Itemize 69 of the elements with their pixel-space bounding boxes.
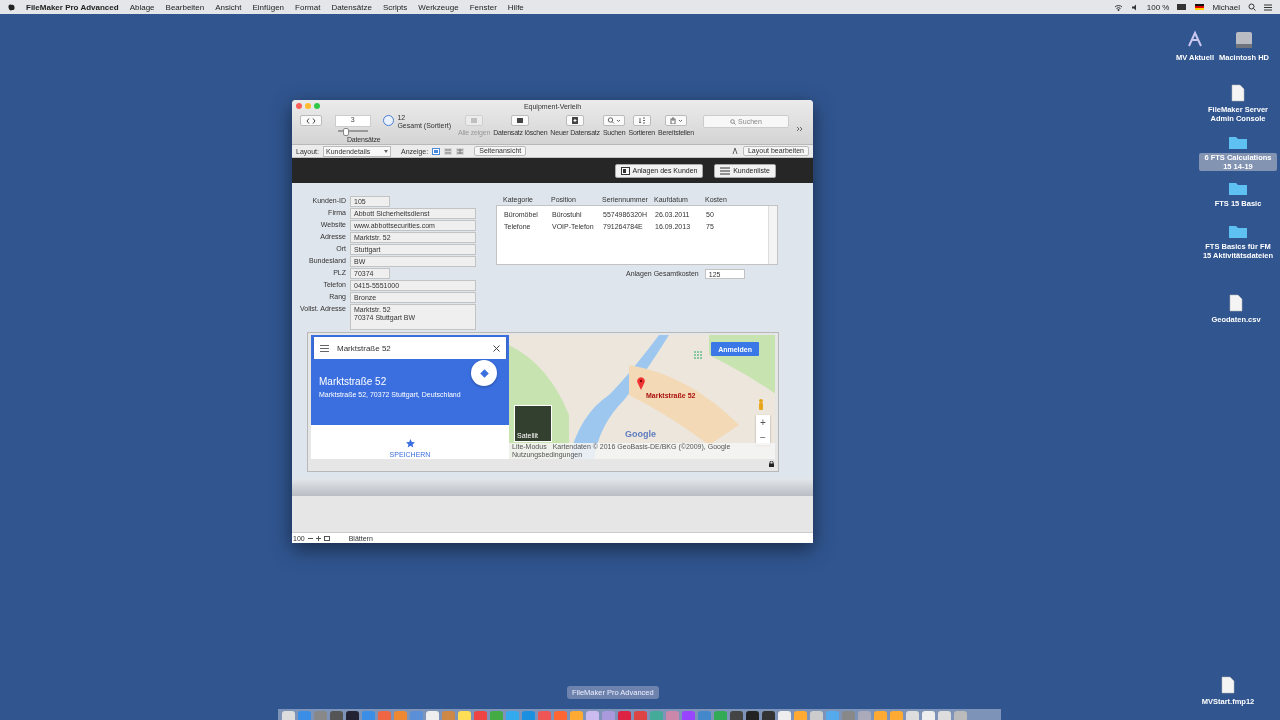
- toolbar-button[interactable]: [603, 115, 626, 126]
- map-logo: Google: [625, 429, 656, 439]
- list-icon: [720, 166, 731, 175]
- user-name[interactable]: Michael: [1212, 2, 1240, 12]
- toolbar-button[interactable]: [511, 115, 530, 126]
- folder-icon: [1228, 223, 1248, 239]
- view-mode-button[interactable]: [444, 147, 453, 155]
- search-icon: [607, 117, 622, 124]
- search-icon[interactable]: [1248, 3, 1256, 11]
- document-icon: [1229, 294, 1243, 312]
- map-search-field[interactable]: Marktstraße 52: [314, 337, 506, 359]
- list-icon[interactable]: [1264, 3, 1272, 11]
- folder-icon: [1228, 134, 1248, 150]
- record-icon: [620, 166, 630, 175]
- previous-next-button[interactable]: [300, 115, 322, 126]
- minimize-button[interactable]: [305, 103, 311, 109]
- menu-item[interactable]: Datensätze: [331, 2, 372, 12]
- caret-icon: [383, 149, 388, 153]
- pie-chart-icon: [383, 115, 395, 126]
- toolbar-button[interactable]: [566, 115, 585, 126]
- slider-thumb[interactable]: [343, 128, 350, 136]
- speaker-icon[interactable]: [1130, 3, 1139, 11]
- view-mode-button[interactable]: [456, 147, 465, 155]
- menu-item[interactable]: Fenster: [469, 2, 497, 12]
- menu-item[interactable]: Bearbeiten: [165, 2, 205, 12]
- share-icon: [669, 117, 683, 124]
- document-icon: [1221, 676, 1235, 694]
- window-icon[interactable]: [323, 535, 330, 541]
- menu-item[interactable]: Werkzeuge: [418, 2, 459, 12]
- apple-logo-icon[interactable]: [8, 3, 15, 11]
- hard-drive-icon: [1235, 30, 1253, 50]
- zoom-in-icon[interactable]: [315, 535, 321, 541]
- person-icon[interactable]: [758, 399, 764, 411]
- plus-record-icon: [571, 117, 580, 124]
- close-icon[interactable]: [493, 344, 500, 352]
- zoom-in-button[interactable]: +: [760, 417, 766, 428]
- chevron-double-right-icon[interactable]: [795, 126, 803, 132]
- lock-icon: [769, 461, 774, 467]
- search-icon: [730, 118, 737, 125]
- record-icon: [516, 117, 525, 124]
- menu-item[interactable]: Ablage: [129, 2, 155, 12]
- zoom-button[interactable]: [314, 103, 320, 109]
- close-button[interactable]: [296, 103, 302, 109]
- directions-icon: [479, 368, 489, 378]
- zoom-out-icon[interactable]: [307, 535, 313, 541]
- battery-icon[interactable]: [1177, 4, 1188, 10]
- text-format-icon[interactable]: [731, 148, 739, 154]
- folder-icon: [1228, 180, 1248, 196]
- records-icon: [470, 117, 479, 124]
- scrollbar[interactable]: [768, 206, 777, 264]
- flag-icon[interactable]: [1195, 4, 1205, 10]
- menu-item[interactable]: Ansicht: [215, 2, 242, 12]
- wifi-icon[interactable]: [1113, 3, 1123, 11]
- grid-icon[interactable]: [694, 351, 702, 359]
- place-title: Marktstraße 52: [319, 376, 388, 387]
- zoom-out-button[interactable]: −: [760, 432, 766, 443]
- menu-item[interactable]: Einfügen: [252, 2, 285, 12]
- star-icon[interactable]: [405, 439, 415, 448]
- document-icon: [1231, 84, 1245, 102]
- menu-item[interactable]: Scripts: [382, 2, 408, 12]
- map-pin-icon: [637, 377, 645, 390]
- menu-item[interactable]: Format: [295, 2, 321, 12]
- chevron-left-icon: [306, 117, 310, 124]
- sort-icon: [637, 117, 646, 124]
- chevron-right-icon: [312, 117, 316, 124]
- app-menu[interactable]: FileMaker Pro Advanced: [26, 2, 119, 12]
- menu-item[interactable]: Hilfe: [507, 2, 524, 12]
- battery-percentage[interactable]: 100 %: [1146, 2, 1170, 12]
- menu-icon[interactable]: [320, 344, 329, 352]
